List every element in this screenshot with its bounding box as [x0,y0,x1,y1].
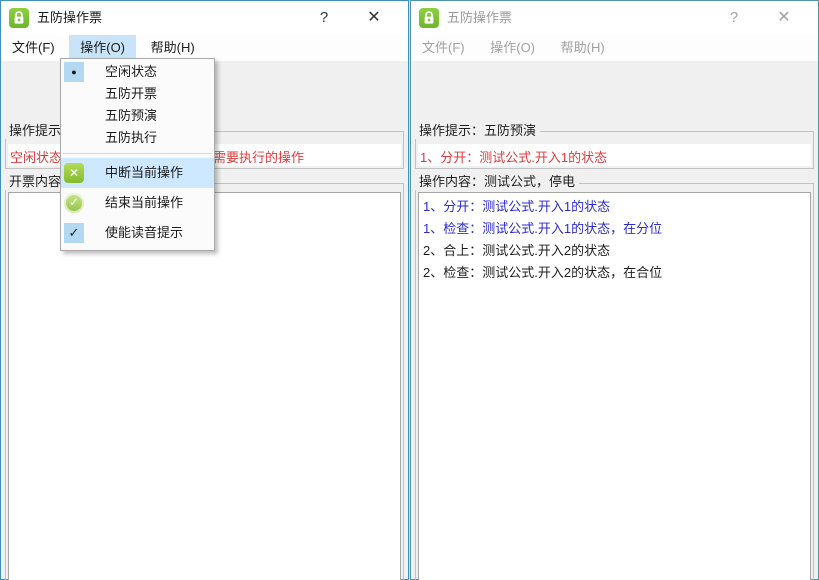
menuitem-label: 五防执行 [105,130,157,145]
menuitem-idle-state[interactable]: ● 空闲状态 [61,61,214,83]
close-button[interactable]: ✕ [767,1,801,35]
menuitem-label: 结束当前操作 [105,195,183,210]
left-titlebar[interactable]: 五防操作票 ? ✕ [1,1,408,35]
menuitem-create-ticket[interactable]: 五防开票 [61,83,214,105]
menuitem-label: 中断当前操作 [105,165,183,180]
lock-app-icon [419,8,439,28]
help-button[interactable]: ? [717,1,751,35]
right-body: 操作提示：五防预演 1、分开：测试公式.开入1的状态 操作内容：测试公式，停电 … [411,61,818,579]
menuitem-finish-current[interactable]: ✓ 结束当前操作 [61,188,214,218]
radio-selected-icon: ● [64,62,84,82]
menuitem-label: 使能读音提示 [105,225,183,240]
right-window: 五防操作票 ? ✕ 文件(F) 操作(O) 帮助(H) 操作提示：五防预演 1、… [410,0,819,580]
menuitem-label: 五防预演 [105,108,157,123]
prompt-strip: 1、分开：测试公式.开入1的状态 [418,144,811,166]
help-button[interactable]: ? [307,1,341,35]
close-button[interactable]: ✕ [357,1,391,35]
lock-app-icon [9,8,29,28]
list-item[interactable]: 2、检查：测试公式.开入2的状态，在合位 [419,262,810,284]
menu-file[interactable]: 文件(F) [411,35,476,61]
status-text-right: 需要执行的操作 [213,147,304,166]
list-item[interactable]: 1、分开：测试公式.开入1的状态 [419,193,810,218]
right-menubar: 文件(F) 操作(O) 帮助(H) [411,35,818,61]
current-step-text: 1、分开：测试公式.开入1的状态 [420,147,607,166]
window-title: 五防操作票 [447,1,512,35]
finish-icon: ✓ [64,193,84,213]
menu-operate[interactable]: 操作(O) [479,35,546,61]
content-group-label: 操作内容：测试公式，停电 [415,174,579,190]
abort-icon: ✕ [64,163,84,183]
ticket-group-label: 开票内容 [5,174,65,190]
checked-icon: ✓ [64,223,84,243]
list-item[interactable]: 2、合上：测试公式.开入2的状态 [419,240,810,262]
operate-dropdown-menu: ● 空闲状态 五防开票 五防预演 五防执行 ✕ 中断当前操作 ✓ 结束当前操作 [60,58,215,251]
screen: 五防操作票 ? ✕ 文件(F) 操作(O) 帮助(H) 操作提示： 空闲状态 需… [0,0,819,580]
prompt-group-label: 操作提示：五防预演 [415,123,540,139]
menu-separator [63,153,212,154]
left-window: 五防操作票 ? ✕ 文件(F) 操作(O) 帮助(H) 操作提示： 空闲状态 需… [0,0,409,580]
menuitem-rehearse[interactable]: 五防预演 [61,105,214,127]
menuitem-label: 五防开票 [105,86,157,101]
menu-file[interactable]: 文件(F) [1,35,66,61]
menuitem-execute[interactable]: 五防执行 [61,127,214,149]
status-text-left: 空闲状态 [10,147,62,166]
menuitem-enable-voice[interactable]: ✓ 使能读音提示 [61,218,214,248]
menuitem-label: 空闲状态 [105,64,157,79]
list-item[interactable]: 1、检查：测试公式.开入1的状态，在分位 [419,218,810,240]
right-titlebar[interactable]: 五防操作票 ? ✕ [411,1,818,35]
window-title: 五防操作票 [37,1,102,35]
menu-help[interactable]: 帮助(H) [550,35,616,61]
menuitem-abort-current[interactable]: ✕ 中断当前操作 [61,158,214,188]
operation-list[interactable]: 1、分开：测试公式.开入1的状态 1、检查：测试公式.开入1的状态，在分位 2、… [418,192,811,580]
